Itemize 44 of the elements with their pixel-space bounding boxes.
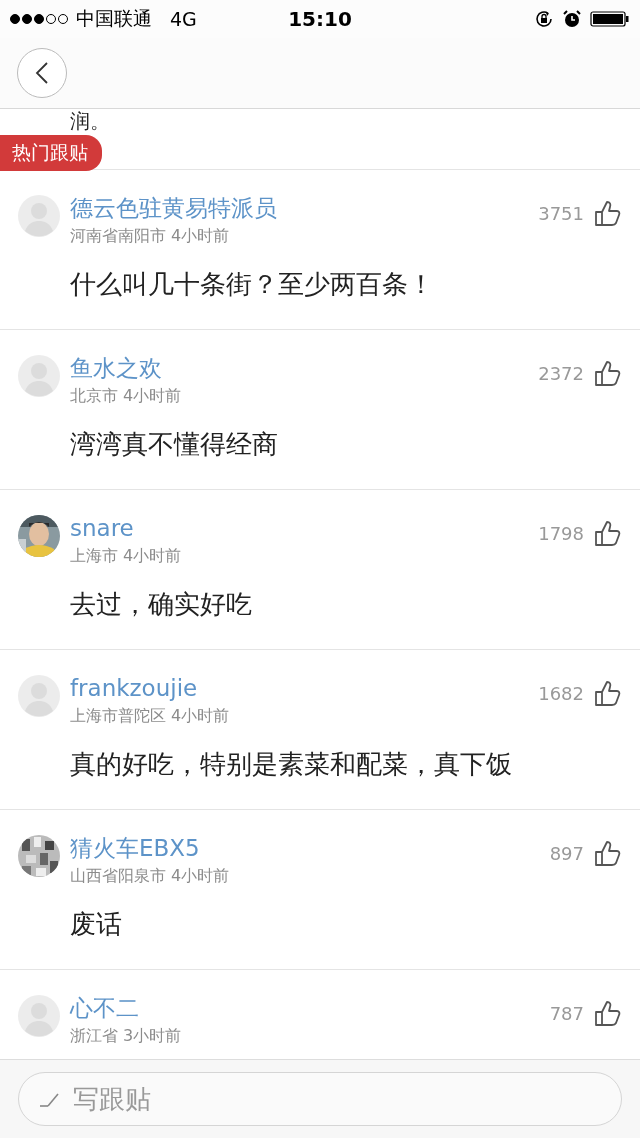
location-time: 上海市普陀区 4小时前 bbox=[70, 706, 231, 727]
network-type: 4G bbox=[170, 8, 197, 30]
user-name[interactable]: 猜火车EBX5 bbox=[70, 832, 550, 864]
location-time: 上海市 4小时前 bbox=[70, 546, 183, 567]
user-name[interactable]: 德云色驻黄易特派员 bbox=[70, 192, 539, 224]
alarm-icon bbox=[562, 9, 582, 29]
thumbs-up-icon[interactable] bbox=[592, 198, 622, 228]
avatar-icon bbox=[18, 995, 60, 1037]
like-count: 1682 bbox=[538, 682, 584, 704]
like-count: 2372 bbox=[538, 362, 584, 384]
thumbs-up-icon[interactable] bbox=[592, 678, 622, 708]
comment-text: 什么叫几十条街？至少两百条！ bbox=[70, 268, 435, 301]
reply-field[interactable]: 写跟贴 bbox=[18, 1072, 622, 1126]
clock-time: 15:10 bbox=[288, 7, 352, 31]
thumbs-up-icon[interactable] bbox=[592, 998, 622, 1028]
comment-text: 去过，确实好吃 bbox=[70, 588, 253, 621]
location-time: 北京市 4小时前 bbox=[70, 386, 183, 407]
avatar-icon bbox=[18, 195, 60, 237]
comment-text: 废话 bbox=[70, 908, 123, 941]
user-name[interactable]: 心不二 bbox=[70, 992, 550, 1024]
user-name[interactable]: snare bbox=[70, 512, 539, 544]
chevron-left-icon bbox=[35, 61, 49, 85]
location-time: 浙江省 3小时前 bbox=[70, 1026, 183, 1047]
rotation-lock-icon bbox=[534, 9, 554, 29]
section-label: 热门跟贴 bbox=[0, 135, 102, 171]
back-button[interactable] bbox=[17, 48, 67, 98]
comment-text: 真的好吃，特别是素菜和配菜，真下饭 bbox=[70, 748, 513, 781]
avatar-icon bbox=[18, 675, 60, 717]
comment-text: 润。 bbox=[70, 109, 110, 133]
thumbs-up-icon[interactable] bbox=[592, 518, 622, 548]
like-count: 1798 bbox=[538, 522, 584, 544]
like-count: 787 bbox=[549, 1002, 584, 1024]
location-time: 山西省阳泉市 4小时前 bbox=[70, 866, 231, 887]
like-count: 897 bbox=[549, 842, 584, 864]
battery-icon bbox=[590, 9, 630, 29]
user-name[interactable]: 鱼水之欢 bbox=[70, 352, 539, 384]
comment-text: 湾湾真不懂得经商 bbox=[70, 428, 279, 461]
user-name[interactable]: frankzoujie bbox=[70, 672, 539, 704]
avatar-icon bbox=[18, 355, 60, 397]
carrier-name: 中国联通 bbox=[76, 6, 152, 31]
location-time: 河南省南阳市 4小时前 bbox=[70, 226, 231, 247]
thumbs-up-icon[interactable] bbox=[592, 838, 622, 868]
thumbs-up-icon[interactable] bbox=[592, 358, 622, 388]
like-count: 3751 bbox=[538, 202, 584, 224]
